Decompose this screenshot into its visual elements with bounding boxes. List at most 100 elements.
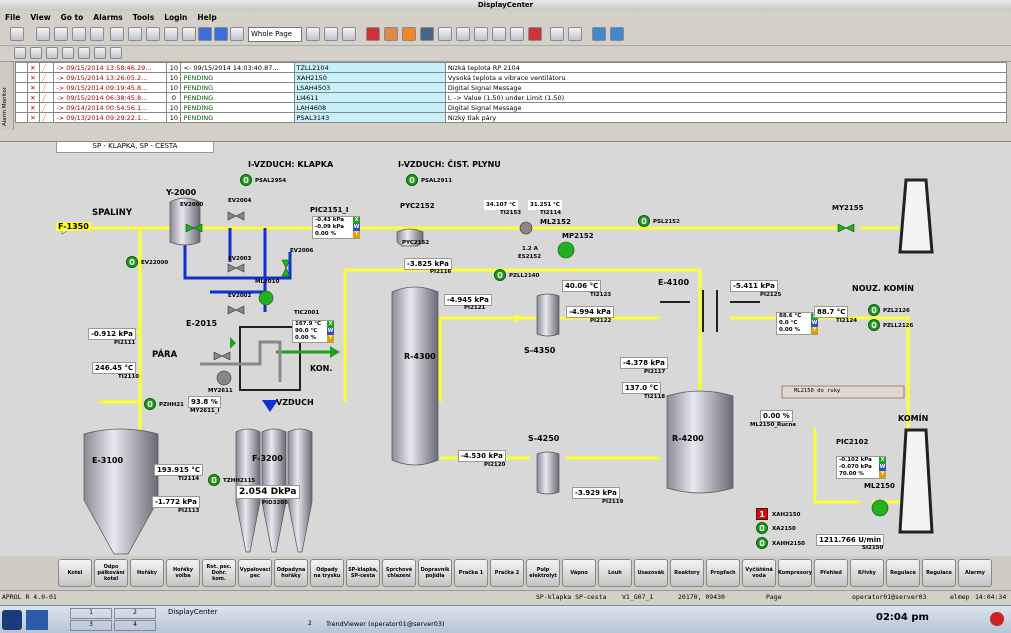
nav-button[interactable]: Sprchové chlazení [382, 559, 416, 587]
network-icon[interactable] [54, 27, 68, 41]
nav-button[interactable]: Vypalovací pec [238, 559, 272, 587]
pi2117-value[interactable]: -4.378 kPa [620, 357, 668, 369]
menu-help[interactable]: Help [192, 11, 221, 24]
menu-file[interactable]: File [0, 11, 25, 24]
alarm-status-icon[interactable]: ✕ [27, 62, 41, 73]
pi2125-value[interactable]: -5.411 kPa [730, 280, 778, 292]
alarm-row[interactable]: ✕ ╱ -> 09/15/2014 06:38:45.8... 0 PENDING LI4… [14, 92, 1008, 103]
nav-button[interactable]: Pulp elektrolyt [526, 559, 560, 587]
alarm-monitor-tab[interactable]: Alarm Monitor [0, 62, 14, 130]
alarm-tool-icon[interactable] [14, 47, 26, 59]
tool-icon[interactable] [568, 27, 582, 41]
tool-icon[interactable] [438, 27, 452, 41]
tool-icon[interactable] [420, 27, 434, 41]
alarm-ack-icon[interactable]: ╱ [39, 92, 55, 103]
ev22000-indicator[interactable]: 0 [126, 256, 138, 268]
network-icon[interactable] [36, 27, 50, 41]
alarm-status-icon[interactable]: ✕ [27, 102, 41, 113]
nav-button[interactable]: Hořáky [130, 559, 164, 587]
pzll2140-indicator[interactable]: 0 [494, 269, 506, 281]
es2152-value[interactable]: 1.2 A [520, 244, 540, 254]
status-user[interactable]: operator01@server03 [852, 593, 926, 601]
ti2154-value[interactable]: 31.251 °C [528, 200, 562, 210]
nav-button[interactable]: Kompresory [778, 559, 812, 587]
layout-icon[interactable] [164, 27, 178, 41]
desktop-icon[interactable] [26, 610, 48, 630]
nav-button[interactable]: Usazovák [634, 559, 668, 587]
pzll2126-indicator[interactable]: 0 [868, 319, 880, 331]
print-icon[interactable] [10, 27, 24, 41]
alarm-checkbox[interactable] [14, 62, 29, 73]
pzhh21-indicator[interactable]: 0 [144, 398, 156, 410]
alarm-tool-icon[interactable] [46, 47, 58, 59]
nav-button[interactable]: Vápno [562, 559, 596, 587]
nav-button[interactable]: Reaktory [670, 559, 704, 587]
nav-button[interactable]: Rot. pec. Dohr. kom. [202, 559, 236, 587]
alarm-status-icon[interactable]: ✕ [27, 82, 41, 93]
xahh2150-indicator[interactable]: 0 [756, 537, 768, 549]
power-icon[interactable] [990, 612, 1004, 626]
start-icon[interactable] [2, 610, 22, 630]
tool-icon[interactable] [528, 27, 542, 41]
tool-icon[interactable] [402, 27, 416, 41]
nav-button[interactable]: Pračka 1 [454, 559, 488, 587]
nav-button[interactable]: Regulace [922, 559, 956, 587]
nav-button[interactable]: Vyčištěná voda [742, 559, 776, 587]
ti2118-value[interactable]: 137.0 °C [622, 382, 662, 394]
taskbar-displaycenter[interactable]: DisplayCenter [168, 608, 298, 620]
tool-icon[interactable] [492, 27, 506, 41]
alarm-tool-icon[interactable] [30, 47, 42, 59]
pic2151-faceplate[interactable]: -0.43 kPa -0.09 kPa 0.00 % XWY [312, 216, 360, 239]
alarm-row[interactable]: ✕ ╱ -> 09/13/2014 09:29:22.1... 10 PENDING PS… [14, 112, 1008, 123]
tool-icon[interactable] [384, 27, 398, 41]
alarm-ack-icon[interactable]: ╱ [39, 102, 55, 113]
page-button[interactable]: Page [766, 593, 782, 601]
page-icon[interactable] [230, 27, 244, 41]
ti2110-value[interactable]: 246.45 °C [92, 362, 137, 374]
alarm-row[interactable]: ✕ ╱ -> 09/15/2014 13:26:05.2... 10 PENDING XA… [14, 72, 1008, 83]
workspace-switcher[interactable]: 1 2 3 4 [70, 608, 160, 632]
my2611-value[interactable]: 93.8 % [188, 396, 221, 408]
network-icon[interactable] [72, 27, 86, 41]
alarm-row[interactable]: ✕ ╱ -> 09/15/2014 09:19:45.8... 10 PENDING LS… [14, 82, 1008, 93]
workspace-3[interactable]: 3 [70, 620, 112, 631]
tool-icon[interactable] [474, 27, 488, 41]
pid3205-value[interactable]: 2.054 DkPa [236, 485, 300, 499]
workspace-4[interactable]: 4 [114, 620, 156, 631]
alarm-status-icon[interactable]: ✕ [27, 112, 41, 123]
alarm-ack-icon[interactable]: ╱ [39, 82, 55, 93]
tic2001-faceplate[interactable]: 167.9 °C 90.0 °C 0.00 % XWY [292, 320, 334, 343]
save-icon[interactable] [592, 27, 606, 41]
ml2150-do-ruky-button[interactable]: ML2150 do ruky [794, 388, 840, 394]
taskbar-trendviewer[interactable]: TrendViewer (operator01@server03) [326, 620, 546, 632]
nav-button[interactable]: Odpadyna hořáky [274, 559, 308, 587]
menu-login[interactable]: Login [159, 11, 192, 24]
tzhh2115-indicator[interactable]: 0 [208, 474, 220, 486]
menu-goto[interactable]: Go to [56, 11, 89, 24]
alarm-checkbox[interactable] [14, 72, 29, 83]
alarm-row[interactable]: ✕ ╱ -> 09/14/2014 00:54:56.1... 10 PENDING LA… [14, 102, 1008, 113]
pi2119-value[interactable]: -3.929 kPa [572, 487, 620, 499]
nav-button[interactable]: Pračka 2 [490, 559, 524, 587]
zoom-icon[interactable] [324, 27, 338, 41]
zoom-icon[interactable] [306, 27, 320, 41]
alarm-tool-icon[interactable] [94, 47, 106, 59]
pi2122-value[interactable]: -4.994 kPa [566, 306, 614, 318]
layout-icon[interactable] [110, 27, 124, 41]
nav-button[interactable]: SP-klapka, SP-cesta [346, 559, 380, 587]
alarm-status-icon[interactable]: ✕ [27, 72, 41, 83]
menu-alarms[interactable]: Alarms [88, 11, 127, 24]
ti2124-value[interactable]: 88.7 °C [814, 306, 849, 318]
alarm-row[interactable]: ✕ ╱ -> 09/15/2014 13:58:46.29... 10 <- 09/15… [14, 62, 1008, 73]
layout-icon[interactable] [128, 27, 142, 41]
ti2123-value[interactable]: 40.06 °C [562, 280, 602, 292]
nav-button[interactable]: Kotel [58, 559, 92, 587]
workspace-1[interactable]: 1 [70, 608, 112, 619]
pi2120-value[interactable]: -4.530 kPa [458, 450, 506, 462]
tool-icon[interactable] [456, 27, 470, 41]
forward-arrow-icon[interactable] [214, 27, 228, 41]
nav-button[interactable]: Louh [598, 559, 632, 587]
alarm-tool-icon[interactable] [62, 47, 74, 59]
ti2153-value[interactable]: 34.107 °C [484, 200, 518, 210]
psl2152-indicator[interactable]: 0 [638, 215, 650, 227]
